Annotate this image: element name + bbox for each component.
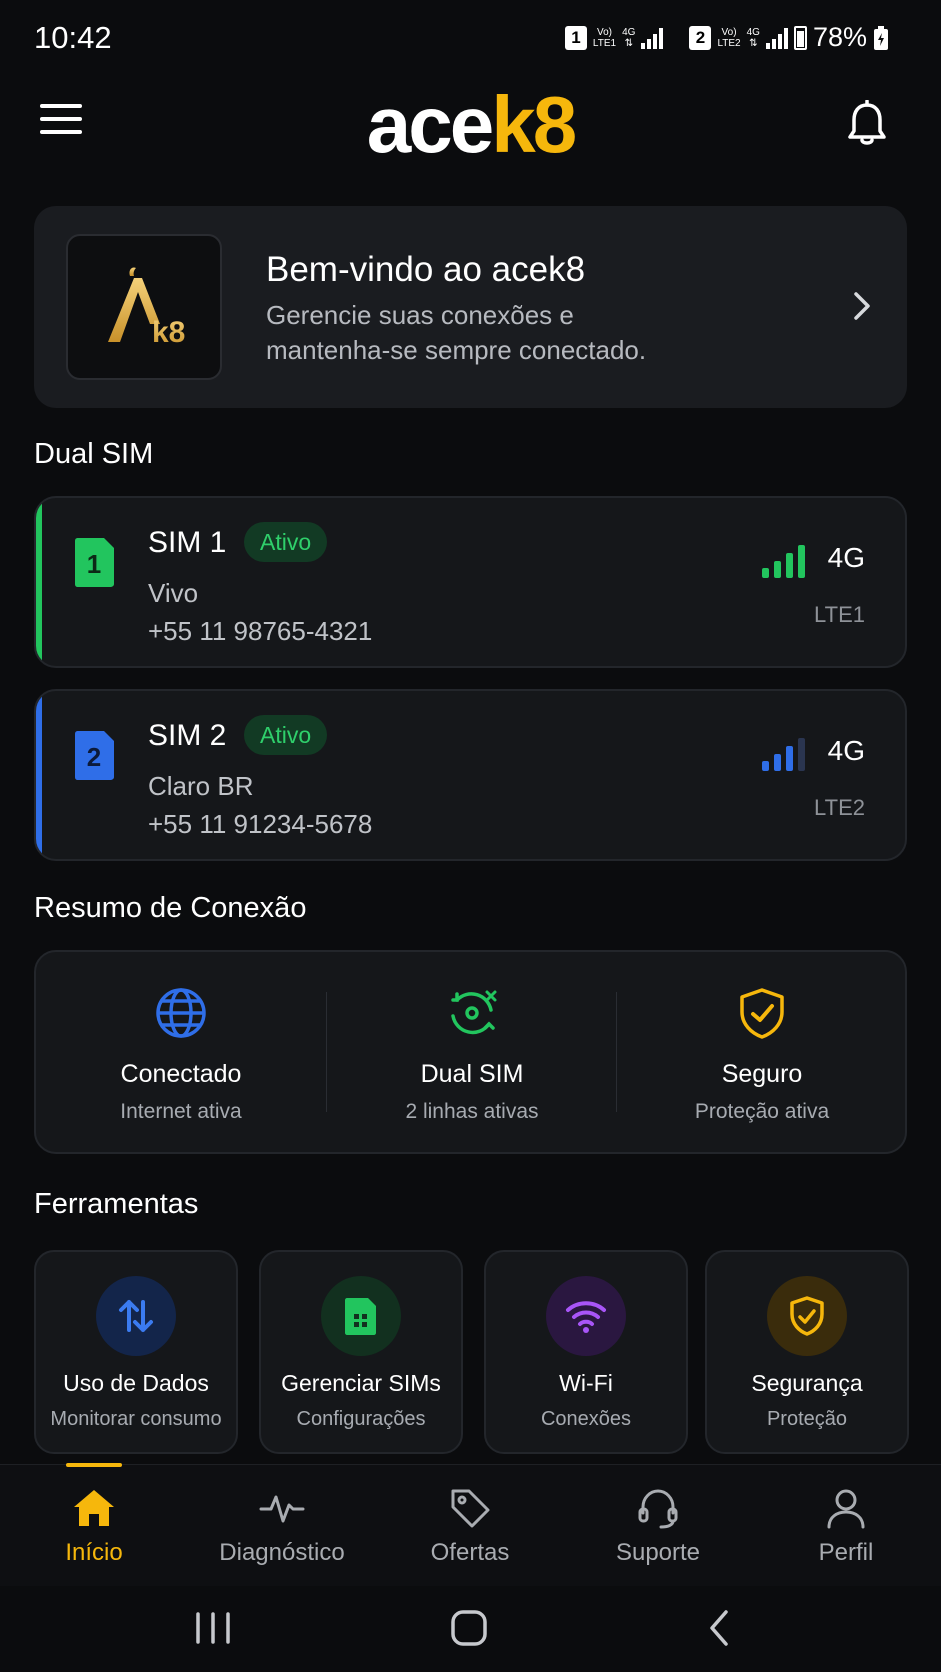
sim1-lte-label: LTE1 (814, 602, 865, 627)
sim2-accent-bar (36, 691, 42, 859)
nav-item-diagnostics[interactable]: Diagnóstico (188, 1465, 376, 1585)
sim-card-icon (321, 1276, 401, 1356)
sim1-network-type: 4G (827, 542, 865, 573)
back-icon[interactable] (698, 1606, 744, 1650)
nav-active-indicator (66, 1463, 122, 1467)
svg-text:2: 2 (87, 742, 101, 772)
chevron-right-icon (854, 292, 870, 320)
app-header: acek8 (0, 78, 941, 188)
battery-icon (793, 25, 807, 50)
connection-summary-card: Conectado Internet ativa Dual SIM 2 linh… (34, 950, 907, 1154)
bottom-navigation: Início Diagnóstico Ofertas Suporte Perfi… (0, 1463, 941, 1586)
sim1-net-indicator: 4G ⇅ (622, 26, 636, 49)
summary-connected-title: Conectado (120, 1060, 242, 1088)
tool-manage-sims-title: Gerenciar SIMs (281, 1370, 441, 1396)
nav-label-support: Suporte (615, 1539, 701, 1566)
globe-icon (156, 988, 206, 1038)
summary-secure-subtitle: Proteção ativa (694, 1100, 830, 1123)
sim1-name: SIM 1 (148, 526, 227, 559)
tool-manage-sims[interactable]: Gerenciar SIMs Configurações (259, 1250, 463, 1454)
sim2-card[interactable]: 2 SIM 2 Ativo Claro BR +55 11 91234-5678… (34, 689, 907, 861)
nav-label-diagnostics: Diagnóstico (219, 1539, 345, 1566)
tool-data-usage-title: Uso de Dados (63, 1370, 209, 1396)
shield-check-icon (740, 988, 784, 1039)
tool-data-usage-subtitle: Monitorar consumo (50, 1408, 222, 1430)
tool-wifi-subtitle: Conexões (540, 1408, 632, 1430)
system-navigation-bar (0, 1586, 941, 1672)
data-transfer-icon (96, 1276, 176, 1356)
svg-text:k8: k8 (152, 316, 185, 349)
dual-sim-section-title: Dual SIM (34, 438, 154, 470)
sim2-signal-icon (765, 27, 788, 49)
welcome-title: Bem-vindo ao acek8 (266, 250, 586, 289)
nav-item-offers[interactable]: Ofertas (376, 1465, 564, 1585)
sim2-volte-indicator: Vo) LTE2 (717, 26, 741, 49)
sim1-signal-icon (641, 27, 664, 49)
nav-item-profile[interactable]: Perfil (752, 1465, 940, 1585)
sim1-accent-bar (36, 498, 42, 666)
welcome-subtitle: Gerencie suas conexões e mantenha-se sem… (266, 300, 647, 365)
battery-charging-icon (874, 25, 888, 50)
summary-section-title: Resumo de Conexão (34, 892, 307, 924)
sim-card-icon: 2 (75, 731, 114, 780)
tools-section-title: Ferramentas (34, 1188, 199, 1220)
sim2-signal-bars (762, 735, 805, 771)
sim2-net-indicator: 4G ⇅ (746, 26, 760, 49)
sim1-slot-indicator: 1 (564, 25, 587, 50)
summary-item-secure: Seguro Proteção ativa (617, 952, 907, 1152)
app-logo: acek8 (366, 80, 577, 169)
nav-label-profile: Perfil (818, 1539, 874, 1566)
user-icon (827, 1489, 865, 1529)
wifi-icon (546, 1276, 626, 1356)
status-bar: 10:42 1 Vo) LTE1 4G ⇅ 2 Vo) LTE2 4G ⇅ 78% (0, 0, 941, 78)
sim1-card[interactable]: 1 SIM 1 Ativo Vivo +55 11 98765-4321 4G … (34, 496, 907, 668)
sim2-lte-label: LTE2 (814, 795, 865, 820)
nav-label-offers: Ofertas (430, 1539, 510, 1566)
summary-item-connected: Conectado Internet ativa (36, 952, 326, 1152)
sim2-network-type: 4G (827, 735, 865, 766)
tool-wifi-title: Wi-Fi (559, 1370, 613, 1396)
tool-wifi[interactable]: Wi-Fi Conexões (484, 1250, 688, 1454)
summary-connected-subtitle: Internet ativa (120, 1100, 242, 1123)
sim1-signal-bars (762, 542, 805, 578)
tool-security-title: Segurança (751, 1370, 863, 1396)
shield-icon (767, 1276, 847, 1356)
headset-icon (638, 1489, 678, 1529)
sim1-number: +55 11 98765-4321 (148, 616, 373, 646)
bell-icon[interactable] (845, 100, 889, 148)
sim2-carrier: Claro BR (148, 771, 254, 801)
summary-item-dual-sim: Dual SIM 2 linhas ativas (327, 952, 617, 1152)
sim1-status-badge: Ativo (244, 522, 328, 562)
tool-security-subtitle: Proteção (766, 1408, 848, 1430)
summary-dual-sim-subtitle: 2 linhas ativas (405, 1100, 539, 1123)
home-button-icon[interactable] (446, 1606, 492, 1650)
home-icon (74, 1490, 114, 1526)
sim2-slot-indicator: 2 (689, 25, 712, 50)
sim-card-icon: 1 (75, 538, 114, 587)
sim2-name: SIM 2 (148, 719, 227, 752)
status-indicators: 1 Vo) LTE1 4G ⇅ 2 Vo) LTE2 4G ⇅ 78% (564, 22, 889, 53)
tool-data-usage[interactable]: Uso de Dados Monitorar consumo (34, 1250, 238, 1454)
sim2-status-badge: Ativo (244, 715, 328, 755)
welcome-card[interactable]: k8 Bem-vindo ao acek8 Gerencie suas cone… (34, 206, 907, 408)
tool-security[interactable]: Segurança Proteção (705, 1250, 909, 1454)
summary-secure-title: Seguro (721, 1060, 803, 1088)
sim2-number: +55 11 91234-5678 (148, 809, 373, 839)
status-time: 10:42 (34, 20, 112, 55)
pulse-icon (259, 1495, 305, 1523)
sim1-volte-indicator: Vo) LTE1 (592, 26, 617, 49)
nav-item-home[interactable]: Início (0, 1463, 188, 1585)
summary-dual-sim-title: Dual SIM (420, 1060, 524, 1088)
brand-logo-icon: k8 (66, 234, 222, 380)
nav-item-support[interactable]: Suporte (564, 1465, 752, 1585)
sync-icon (451, 990, 497, 1035)
nav-label-home: Início (65, 1539, 123, 1566)
tag-icon (451, 1489, 490, 1528)
svg-text:1: 1 (87, 549, 101, 579)
tool-manage-sims-subtitle: Configurações (296, 1408, 426, 1430)
recent-apps-icon[interactable] (190, 1606, 236, 1650)
sim1-carrier: Vivo (148, 578, 199, 608)
battery-percent: 78% (812, 22, 867, 52)
